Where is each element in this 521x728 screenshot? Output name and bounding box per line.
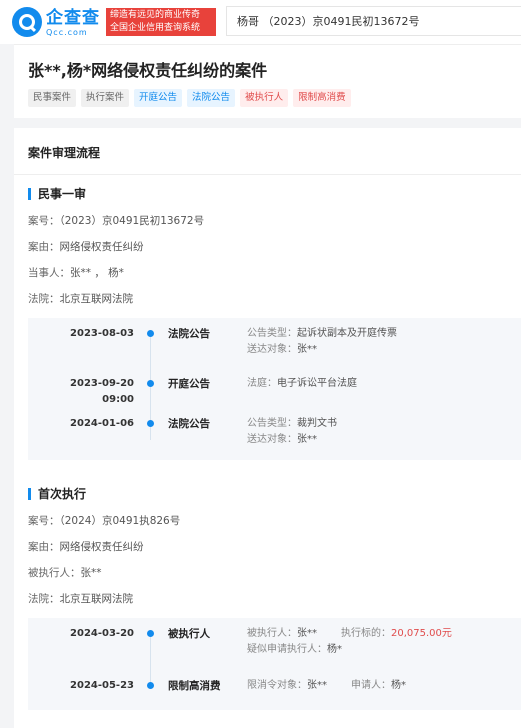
tag-hearing-notice[interactable]: 开庭公告	[134, 89, 183, 107]
first-trial-block: 民事一审 案号：（2023）京0491民初13672号 案由：网络侵权责任纠纷 …	[28, 186, 521, 306]
case-number-row: 案号：（2024）京0491执826号	[28, 515, 181, 527]
section-title: 案件审理流程	[28, 146, 101, 160]
event-date: 2024-05-23	[70, 680, 134, 691]
event-detail: 法庭：电子诉讼平台法庭	[247, 378, 357, 389]
logo[interactable]: 企查查 Qcc.com	[12, 7, 100, 37]
slogan-banner: 缔造有远见的商业传奇 全国企业信用查询系统	[106, 8, 216, 36]
event-type: 被执行人	[168, 628, 210, 640]
court[interactable]: 北京互联网法院	[60, 593, 134, 605]
event-date: 2024-03-20	[70, 628, 134, 639]
timeline-dot	[147, 330, 154, 337]
event-detail: 被执行人：张** 执行标的：20,075.00元 疑似申请执行人：杨*	[247, 628, 452, 655]
event-detail: 公告类型：起诉状副本及开庭传票 送达对象：张**	[247, 328, 397, 355]
search-box[interactable]	[226, 6, 521, 36]
case-number-row: 案号：（2023）京0491民初13672号	[28, 215, 205, 227]
event-date: 2023-08-03	[70, 328, 134, 339]
execution-amount: 20,075.00元	[391, 628, 452, 639]
slogan-line-2: 全国企业信用查询系统	[110, 23, 201, 33]
magnifier-logo-icon	[12, 7, 42, 37]
cause-row: 案由：网络侵权责任纠纷	[28, 241, 144, 253]
event-type: 法院公告	[168, 328, 210, 340]
tag-court-notice[interactable]: 法院公告	[187, 89, 236, 107]
logo-domain: Qcc.com	[46, 27, 88, 37]
court-row: 法院：北京互联网法院	[28, 293, 134, 305]
logo-text: 企查查	[46, 7, 100, 28]
timeline-line	[150, 634, 151, 688]
execution-block: 首次执行 案号：（2024）京0491执826号 案由：网络侵权责任纠纷 被执行…	[28, 486, 521, 606]
event-detail: 限消令对象：张** 申请人：杨*	[247, 680, 406, 691]
timeline-dot	[147, 682, 154, 689]
tag-civil-case[interactable]: 民事案件	[28, 89, 77, 107]
court-row: 法院：北京互联网法院	[28, 593, 134, 605]
first-trial-timeline: 2023-08-03 法院公告 公告类型：起诉状副本及开庭传票 送达对象：张**…	[28, 318, 521, 460]
executed-person[interactable]: 张**	[81, 567, 102, 579]
parties-row: 当事人：张** ， 杨*	[28, 267, 124, 279]
event-date: 2024-01-06	[70, 418, 134, 429]
case-number[interactable]: （2023）京0491民初13672号	[60, 215, 205, 227]
search-input[interactable]	[227, 7, 521, 35]
cause-row: 案由：网络侵权责任纠纷	[28, 541, 144, 553]
court[interactable]: 北京互联网法院	[60, 293, 134, 305]
timeline-dot	[147, 630, 154, 637]
tag-executed-person[interactable]: 被执行人	[240, 89, 289, 107]
event-type: 限制高消费	[168, 680, 221, 692]
tag-execution-case[interactable]: 执行案件	[81, 89, 130, 107]
parties[interactable]: 张** ， 杨*	[70, 267, 124, 279]
event-type: 开庭公告	[168, 378, 210, 390]
event-date: 2023-09-20 09:00	[70, 378, 134, 405]
trial-process-card: 案件审理流程 民事一审 案号：（2023）京0491民初13672号 案由：网络…	[14, 128, 521, 728]
slogan-line-1: 缔造有远见的商业传奇	[110, 10, 201, 20]
first-trial-title: 民事一审	[28, 186, 521, 202]
case-header-card: 张**,杨*网络侵权责任纠纷的案件 民事案件 执行案件 开庭公告 法院公告 被执…	[14, 44, 521, 118]
cause: 网络侵权责任纠纷	[59, 241, 144, 253]
executed-person-row: 被执行人：张**	[28, 567, 102, 579]
case-title: 张**,杨*网络侵权责任纠纷的案件	[28, 61, 268, 80]
case-number[interactable]: （2024）京0491执826号	[60, 515, 181, 527]
execution-title: 首次执行	[28, 486, 521, 502]
top-bar: 企查查 Qcc.com 缔造有远见的商业传奇 全国企业信用查询系统	[0, 0, 521, 44]
timeline-dot	[147, 380, 154, 387]
event-detail: 公告类型：裁判文书 送达对象：张**	[247, 418, 337, 445]
cause: 网络侵权责任纠纷	[59, 541, 144, 553]
divider	[14, 174, 521, 175]
event-type: 法院公告	[168, 418, 210, 430]
case-tags: 民事案件 执行案件 开庭公告 法院公告 被执行人 限制高消费	[28, 89, 351, 107]
tag-consumption-restriction[interactable]: 限制高消费	[293, 89, 351, 107]
execution-timeline: 2024-03-20 被执行人 被执行人：张** 执行标的：20,075.00元 …	[28, 618, 521, 710]
timeline-dot	[147, 420, 154, 427]
